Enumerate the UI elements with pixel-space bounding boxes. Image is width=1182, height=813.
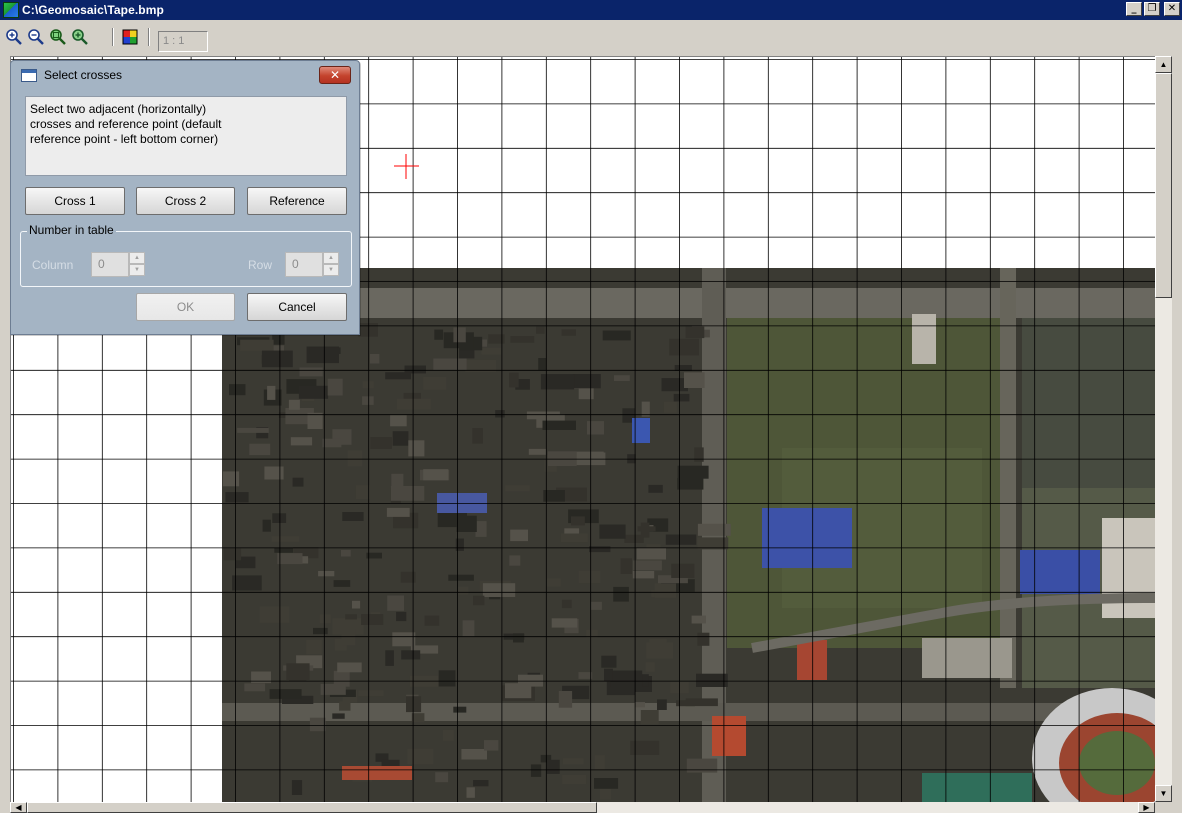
cross-1-button[interactable]: Cross 1 — [25, 187, 125, 215]
row-label: Row — [248, 258, 273, 272]
scroll-right-button[interactable]: ▶ — [1138, 802, 1155, 813]
column-increment-button[interactable]: ▲ — [129, 252, 145, 264]
row-decrement-button[interactable]: ▼ — [323, 264, 339, 276]
column-decrement-button[interactable]: ▼ — [129, 264, 145, 276]
row-spinner[interactable]: 0 ▲ ▼ — [285, 252, 341, 277]
column-spin-buttons: ▲ ▼ — [129, 252, 145, 277]
zoom-in-icon[interactable] — [4, 27, 24, 47]
row-input[interactable]: 0 — [285, 252, 323, 277]
toolbar-separator — [148, 28, 150, 46]
minimize-button[interactable]: _ — [1126, 2, 1142, 16]
number-in-table-group: Number in table Column 0 ▲ ▼ Row 0 ▲ ▼ — [20, 223, 352, 287]
dialog-close-button[interactable]: ✕ — [319, 66, 351, 84]
toolbar-separator — [112, 28, 114, 46]
row-spin-buttons: ▲ ▼ — [323, 252, 339, 277]
scroll-up-button[interactable]: ▲ — [1155, 56, 1172, 73]
dialog-title: Select crosses — [44, 68, 123, 82]
color-palette-icon[interactable] — [120, 27, 140, 47]
zoom-out-icon[interactable] — [26, 27, 46, 47]
window-controls: _ ❐ ✕ — [1126, 2, 1180, 16]
zoom-level-field: 1 : 1 — [158, 31, 208, 52]
cancel-button[interactable]: Cancel — [247, 293, 347, 321]
horizontal-scroll-thumb[interactable] — [27, 802, 597, 813]
zoom-actual-icon[interactable] — [70, 27, 90, 47]
cross-2-button[interactable]: Cross 2 — [136, 187, 235, 215]
scroll-left-button[interactable]: ◀ — [10, 802, 27, 813]
vertical-scrollbar[interactable]: ▲ ▼ — [1155, 56, 1172, 802]
horizontal-scrollbar[interactable]: ◀ ▶ — [10, 802, 1155, 813]
dialog-window-icon — [21, 68, 37, 82]
column-input[interactable]: 0 — [91, 252, 129, 277]
window-title: C:\Geomosaic\Tape.bmp — [22, 3, 164, 17]
restore-button[interactable]: ❐ — [1144, 2, 1160, 16]
column-label: Column — [32, 258, 74, 272]
reference-button[interactable]: Reference — [247, 187, 347, 215]
group-label: Number in table — [27, 223, 116, 237]
scroll-down-button[interactable]: ▼ — [1155, 785, 1172, 802]
zoom-fit-icon[interactable] — [48, 27, 68, 47]
close-button[interactable]: ✕ — [1164, 2, 1180, 16]
instructions-text[interactable]: Select two adjacent (horizontally) cross… — [25, 96, 347, 176]
dialog-titlebar[interactable]: Select crosses ✕ — [11, 61, 359, 89]
vertical-scroll-thumb[interactable] — [1155, 73, 1172, 298]
window-titlebar[interactable]: C:\Geomosaic\Tape.bmp _ ❐ ✕ — [0, 0, 1182, 20]
select-crosses-dialog: Select crosses ✕ Select two adjacent (ho… — [10, 60, 360, 335]
row-increment-button[interactable]: ▲ — [323, 252, 339, 264]
app-icon — [3, 2, 19, 18]
ok-button[interactable]: OK — [136, 293, 235, 321]
column-spinner[interactable]: 0 ▲ ▼ — [91, 252, 147, 277]
